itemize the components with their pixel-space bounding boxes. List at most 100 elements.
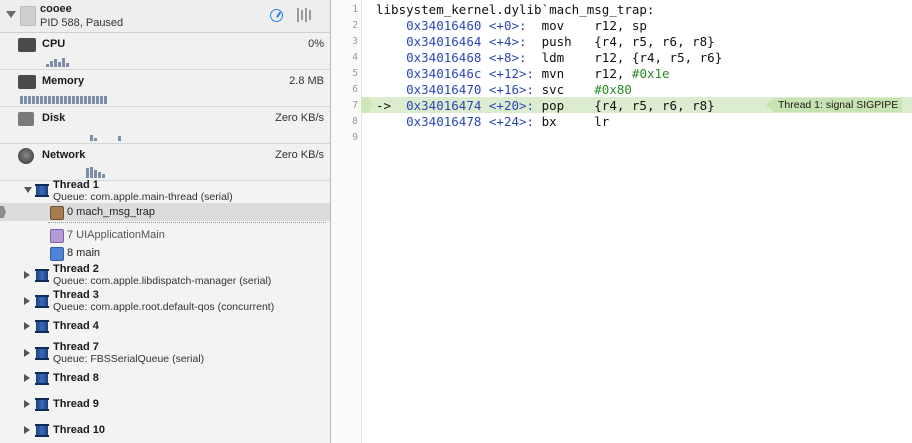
instruction-operands: r12, {r4, r5, r6} bbox=[594, 50, 723, 65]
thread-icon bbox=[35, 398, 49, 411]
cpu-gauge[interactable]: CPU 0% bbox=[0, 33, 330, 70]
thread-name: Thread 9 bbox=[53, 398, 99, 410]
instruction-line: 0x34016464 <+4>: push {r4, r5, r6, r8} bbox=[376, 34, 715, 49]
disassembly-editor[interactable]: 1 2 3 4 5 6 7 8 9 libsystem_kernel.dylib… bbox=[331, 0, 912, 443]
thread-row[interactable]: Thread 4 bbox=[0, 318, 330, 336]
pc-prefix bbox=[376, 66, 406, 81]
instruction-opcode: pop bbox=[541, 98, 595, 113]
instruction-operands: {r4, r5, r6, r8} bbox=[594, 98, 715, 113]
instruction-operands: r12, bbox=[594, 66, 632, 81]
thread-name: Thread 3 bbox=[53, 289, 99, 301]
disclosure-triangle-icon[interactable] bbox=[24, 187, 32, 193]
disclosure-triangle-icon[interactable] bbox=[6, 11, 16, 18]
debug-gauges-icon[interactable] bbox=[270, 9, 283, 22]
instruction-opcode: ldm bbox=[541, 50, 595, 65]
user-frame-icon bbox=[50, 247, 64, 261]
instruction-opcode: bx bbox=[541, 114, 595, 129]
thread-queue: Queue: FBSSerialQueue (serial) bbox=[53, 353, 205, 365]
thread-row[interactable]: Thread 3 Queue: com.apple.root.default-q… bbox=[0, 289, 330, 314]
thread-row[interactable]: Thread 7 Queue: FBSSerialQueue (serial) bbox=[0, 341, 330, 366]
instruction-offset: <+20>: bbox=[488, 98, 542, 113]
network-gauge[interactable]: Network Zero KB/s bbox=[0, 144, 330, 181]
thread-icon bbox=[35, 320, 49, 333]
disclosure-triangle-icon[interactable] bbox=[24, 297, 30, 305]
instruction-operands: {r4, r5, r6, r8} bbox=[594, 34, 715, 49]
thread-row[interactable]: Thread 8 bbox=[0, 370, 330, 388]
thread-icon bbox=[35, 347, 49, 360]
instruction-immediate: #0x80 bbox=[594, 82, 632, 97]
disclosure-triangle-icon[interactable] bbox=[24, 349, 30, 357]
pc-prefix bbox=[376, 34, 406, 49]
process-row[interactable]: cooee PID 588, Paused bbox=[0, 0, 330, 33]
thread-row[interactable]: Thread 9 bbox=[0, 396, 330, 414]
instruction-offset: <+8>: bbox=[488, 50, 542, 65]
line-number: 2 bbox=[352, 20, 358, 31]
thread-icon bbox=[35, 295, 49, 308]
thread-name: Thread 1 bbox=[53, 179, 99, 191]
line-number: 1 bbox=[352, 4, 358, 15]
instruction-offset: <+16>: bbox=[488, 82, 542, 97]
thread-row[interactable]: Thread 10 bbox=[0, 422, 330, 440]
instruction-opcode: mov bbox=[541, 18, 595, 33]
pc-prefix bbox=[376, 114, 406, 129]
stack-frame-row[interactable]: 7 UIApplicationMain bbox=[0, 226, 330, 244]
instruction-operands: r12, sp bbox=[594, 18, 647, 33]
line-number: 3 bbox=[352, 36, 358, 47]
instruction-opcode: push bbox=[541, 34, 595, 49]
disclosure-triangle-icon[interactable] bbox=[24, 374, 30, 382]
instruction-address: 0x34016464 bbox=[406, 34, 482, 49]
current-frame-marker-icon bbox=[0, 206, 6, 218]
exception-badge[interactable]: Thread 1: signal SIGPIPE bbox=[766, 98, 903, 112]
thread-icon bbox=[35, 372, 49, 385]
instruction-address: 0x3401646c bbox=[406, 66, 482, 81]
instruction-opcode: mvn bbox=[541, 66, 595, 81]
disk-label: Disk bbox=[42, 112, 66, 124]
cpu-icon bbox=[18, 38, 36, 52]
line-number: 5 bbox=[352, 68, 358, 79]
disclosure-triangle-icon[interactable] bbox=[24, 426, 30, 434]
disk-value: Zero KB/s bbox=[275, 112, 324, 124]
disclosure-triangle-icon[interactable] bbox=[24, 322, 30, 330]
disclosure-triangle-icon[interactable] bbox=[24, 400, 30, 408]
thread-row[interactable]: Thread 2 Queue: com.apple.libdispatch-ma… bbox=[0, 263, 330, 288]
system-frame-icon bbox=[50, 206, 64, 220]
memory-gauge[interactable]: Memory 2.8 MB bbox=[0, 70, 330, 107]
instruction-offset: <+0>: bbox=[488, 18, 542, 33]
pc-prefix bbox=[376, 50, 406, 65]
disclosure-triangle-icon[interactable] bbox=[24, 271, 30, 279]
frame-label: 0 mach_msg_trap bbox=[67, 206, 156, 218]
instruction-offset: <+4>: bbox=[488, 34, 542, 49]
memory-icon bbox=[18, 75, 36, 89]
thread-icon bbox=[35, 269, 49, 282]
line-number: 9 bbox=[352, 132, 358, 143]
instruction-offset: <+24>: bbox=[488, 114, 542, 129]
instruction-operands: lr bbox=[594, 114, 610, 129]
thread-queue: Queue: com.apple.root.default-qos (concu… bbox=[53, 301, 275, 313]
view-options-icon[interactable] bbox=[296, 8, 312, 22]
pc-prefix: -> bbox=[376, 98, 407, 113]
instruction-line: 0x34016478 <+24>: bx lr bbox=[376, 114, 609, 129]
cpu-value: 0% bbox=[308, 38, 324, 50]
instruction-line-current: -> 0x34016474 <+20>: pop {r4, r5, r6, r8… bbox=[376, 98, 715, 113]
stack-frame-row-selected[interactable]: 0 mach_msg_trap bbox=[0, 203, 330, 221]
disk-gauge[interactable]: Disk Zero KB/s bbox=[0, 107, 330, 144]
line-number-gutter[interactable] bbox=[331, 0, 362, 443]
instruction-address: 0x34016478 bbox=[406, 114, 482, 129]
thread-queue: Queue: com.apple.main-thread (serial) bbox=[53, 191, 233, 203]
pc-prefix bbox=[376, 18, 406, 33]
framework-frame-icon bbox=[50, 229, 64, 243]
stack-frame-row[interactable]: 8 main bbox=[0, 244, 330, 262]
thread-row[interactable]: Thread 1 Queue: com.apple.main-thread (s… bbox=[0, 179, 330, 204]
cpu-label: CPU bbox=[42, 38, 66, 50]
thread-icon bbox=[35, 424, 49, 437]
process-status: PID 588, Paused bbox=[40, 17, 124, 29]
process-name: cooee bbox=[40, 3, 72, 15]
network-value: Zero KB/s bbox=[275, 149, 324, 161]
instruction-address: 0x34016470 bbox=[406, 82, 482, 97]
instruction-line: 0x34016470 <+16>: svc #0x80 bbox=[376, 82, 632, 97]
